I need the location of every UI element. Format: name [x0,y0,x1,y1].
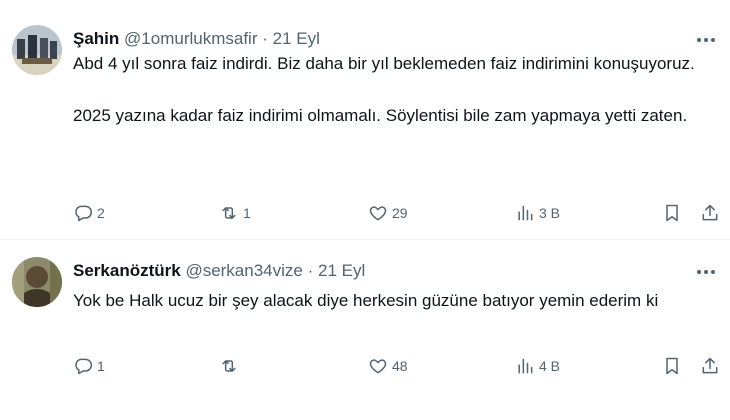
views-count: 4 B [539,358,561,374]
share-icon [702,357,718,374]
share-icon [702,204,718,221]
reply-icon [75,205,93,222]
tweet-actions: 2 1 29 3 B [0,198,730,228]
retweet-count: 1 [243,205,251,221]
views-button[interactable]: 3 B [515,198,560,228]
views-icon [518,205,533,221]
views-button[interactable]: 4 B [515,351,560,381]
like-button[interactable]: 48 [368,351,408,381]
reply-button[interactable]: 1 [73,351,105,381]
tweet-date[interactable]: 21 Eyl [273,29,320,48]
user-handle[interactable]: @serkan34vize [185,261,302,280]
tweet[interactable]: Serkanöztürk @serkan34vize · 21 Eyl Yok … [0,240,730,420]
like-button[interactable]: 29 [368,198,408,228]
display-name[interactable]: Şahin [73,29,119,48]
like-count: 29 [392,205,408,221]
reply-icon [75,358,93,375]
more-icon[interactable] [694,262,718,282]
tweet-header: Şahin @1omurlukmsafir · 21 Eyl [73,29,680,49]
tweet-header: Serkanöztürk @serkan34vize · 21 Eyl [73,261,680,281]
tweet-text-paragraph: 2025 yazına kadar faiz indirimi olmamalı… [73,106,688,125]
tweet[interactable]: Şahin @1omurlukmsafir · 21 Eyl Abd 4 yıl… [0,0,730,240]
views-count: 3 B [539,205,561,221]
tweet-date[interactable]: 21 Eyl [318,261,365,280]
bookmark-button[interactable] [662,351,682,381]
user-handle[interactable]: @1omurlukmsafir [124,29,257,48]
tweet-text: Yok be Halk ucuz bir şey alacak diye her… [73,288,712,314]
separator-dot: · [307,261,314,280]
heart-icon [369,359,387,374]
reply-count: 2 [97,205,105,221]
bookmark-icon [666,357,678,375]
heart-icon [369,206,387,221]
display-name[interactable]: Serkanöztürk [73,261,181,280]
reply-button[interactable]: 2 [73,198,105,228]
tweet-text-paragraph: Abd 4 yıl sonra faiz indirdi. Biz daha b… [73,54,695,73]
retweet-icon [222,360,236,372]
share-button[interactable] [700,351,720,381]
tweet-actions: 1 48 4 B [0,351,730,381]
separator-dot: · [262,29,268,48]
retweet-button[interactable]: 1 [219,198,251,228]
bookmark-button[interactable] [662,198,682,228]
avatar[interactable] [12,25,62,75]
share-button[interactable] [700,198,720,228]
like-count: 48 [392,358,408,374]
more-icon[interactable] [694,30,718,50]
retweet-button[interactable] [219,351,243,381]
views-icon [518,358,533,374]
bookmark-icon [666,204,678,222]
tweet-text: Abd 4 yıl sonra faiz indirdi. Biz daha b… [73,51,712,129]
retweet-icon [222,207,236,219]
tweet-text-paragraph: Yok be Halk ucuz bir şey alacak diye her… [73,291,659,310]
reply-count: 1 [97,358,105,374]
avatar[interactable] [12,257,62,307]
